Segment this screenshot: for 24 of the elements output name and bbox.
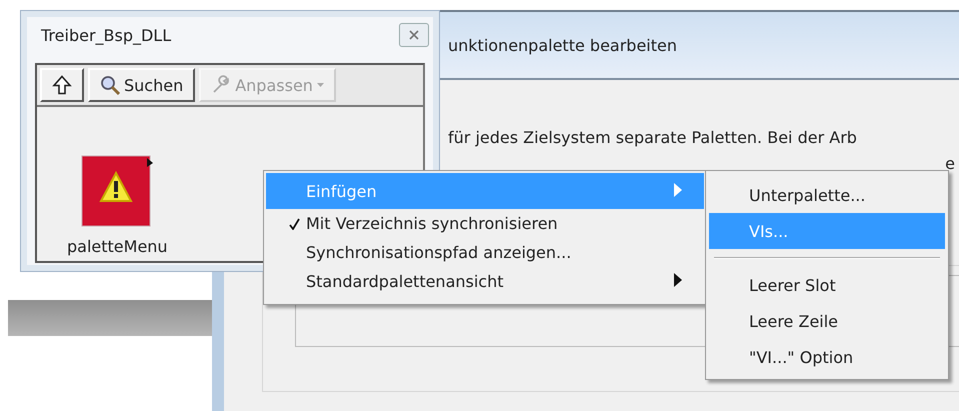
search-button[interactable]: Suchen xyxy=(88,68,196,102)
menu-item[interactable]: Unterpalette... xyxy=(709,177,945,213)
close-icon xyxy=(409,30,419,40)
wrench-icon xyxy=(211,75,232,95)
menu-item[interactable]: Synchronisationspfad anzeigen... xyxy=(266,238,704,267)
menu-item[interactable]: Leerer Slot xyxy=(709,267,945,303)
close-button[interactable] xyxy=(399,23,429,47)
menu-item[interactable]: Standardpalettenansicht xyxy=(266,267,704,296)
menu-item[interactable]: Leere Zeile xyxy=(709,303,945,339)
menu-item[interactable]: Mit Verzeichnis synchronisieren xyxy=(266,209,704,238)
palette-item-label[interactable]: paletteMenu xyxy=(67,237,168,256)
description-text: e xyxy=(945,154,955,173)
window-title: unktionenpalette bearbeiten xyxy=(448,36,677,54)
window-title: Treiber_Bsp_DLL xyxy=(41,26,172,44)
up-button[interactable] xyxy=(40,68,84,102)
up-arrow-icon xyxy=(52,74,72,96)
menu-item[interactable]: "VI..." Option xyxy=(709,339,945,375)
check-icon xyxy=(289,218,300,230)
dropdown-arrow-icon xyxy=(316,83,324,87)
description-text: für jedes Zielsystem separate Paletten. Bei der Arb xyxy=(448,128,857,149)
submenu-arrow-icon xyxy=(674,182,682,196)
submenu-arrow-icon xyxy=(674,273,682,287)
search-icon xyxy=(100,75,120,95)
warning-vi-icon xyxy=(81,155,154,227)
